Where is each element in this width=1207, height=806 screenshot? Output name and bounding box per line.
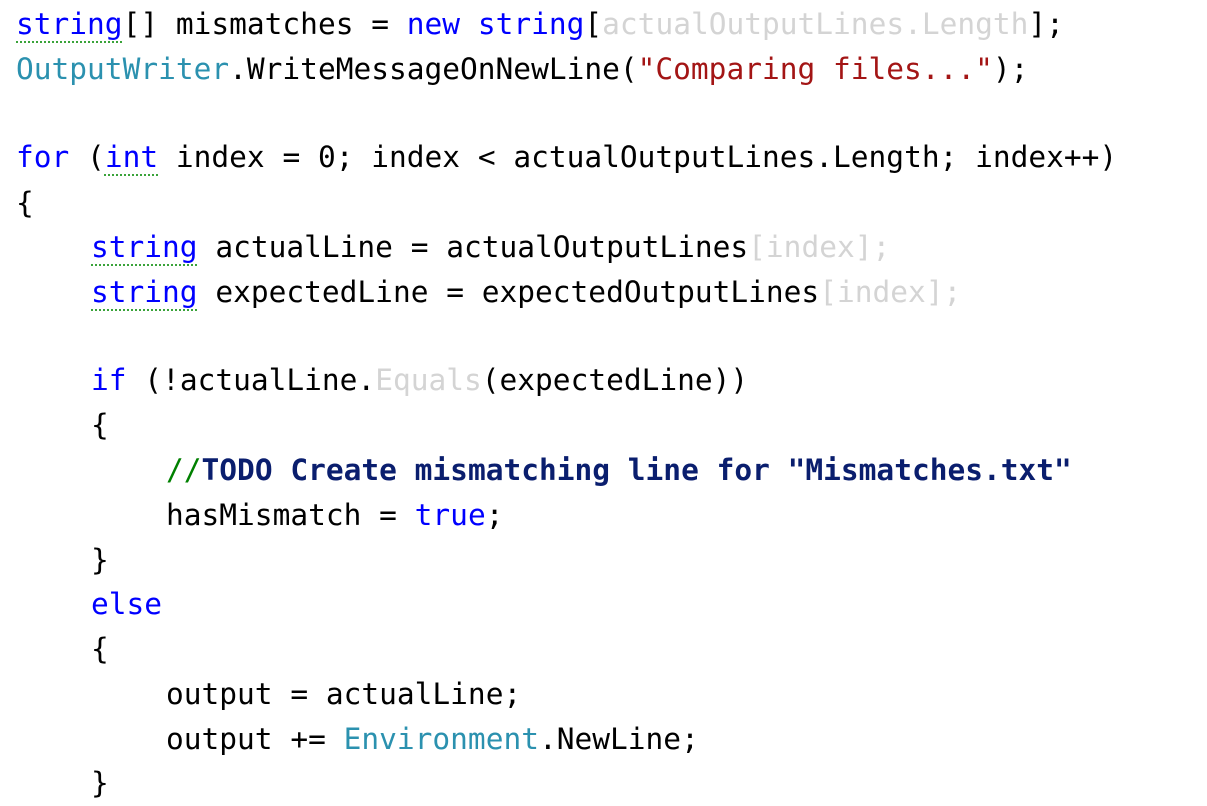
code-line-12: hasMismatch = true; [166,498,504,532]
keyword: string [91,230,198,264]
keyword: string [91,275,198,309]
code-line-6: string actualLine = actualOutputLines[in… [91,230,891,264]
code-line-17: output += Environment.NewLine; [166,722,699,756]
code-line-7: string expectedLine = expectedOutputLine… [91,275,962,309]
string-literal: "Comparing files..." [637,52,993,86]
code-line-11: //TODO Create mismatching line for "Mism… [16,448,1072,492]
faded-code: [index]; [819,275,962,309]
code-line-4: for (int index = 0; index < actualOutput… [16,140,1118,174]
comment: // [166,453,202,487]
keyword: else [91,587,163,621]
faded-code: actualOutputLines.Length [602,7,1029,41]
keyword: for [16,140,70,174]
code-line-5: { [16,186,34,220]
keyword: int [104,140,159,174]
type-name: Environment [343,722,539,756]
code-line-10: { [91,408,109,442]
type-name: OutputWriter [16,52,230,86]
keyword: string [16,7,123,41]
code-line-1: string[] mismatches = new string[actualO… [16,7,1064,41]
code-line-2: OutputWriter.WriteMessageOnNewLine("Comp… [16,52,1029,86]
code-line-18: } [91,766,109,800]
code-line-9: if (!actualLine.Equals(expectedLine)) [91,363,749,397]
keyword: new [406,7,461,41]
code-editor[interactable]: string[] mismatches = new string[actualO… [0,0,1207,806]
keyword: true [414,498,486,532]
code-line-14: else [16,582,162,626]
todo-comment: TODO Create mismatching line for "Mismat… [201,453,1072,487]
code-line-13: } [91,543,109,577]
faded-code: [index]; [748,230,891,264]
code-line-16: output = actualLine; [166,677,522,711]
keyword: string [477,7,585,41]
faded-code: Equals [375,363,482,397]
code-line-15: { [91,632,109,666]
keyword: if [91,363,127,397]
